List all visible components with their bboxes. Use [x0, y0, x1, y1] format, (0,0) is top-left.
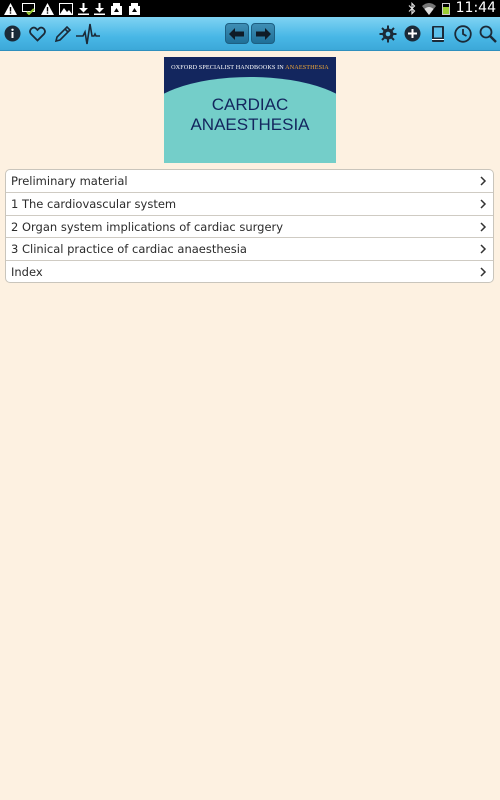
cover-title-line1: CARDIAC [211, 95, 289, 114]
forward-arrow-icon [256, 27, 271, 40]
toc-item-label: 3 Clinical practice of cardiac anaesthes… [11, 242, 247, 257]
gallery-upload-icon [129, 2, 140, 15]
download-icon [78, 2, 89, 15]
download-icon [94, 2, 105, 15]
info-button[interactable] [0, 17, 25, 50]
settings-button[interactable] [375, 17, 400, 50]
app-toolbar [0, 17, 500, 51]
toc-item-label: Preliminary material [11, 174, 128, 188]
settings-icon [379, 25, 396, 42]
add-button[interactable] [400, 17, 425, 50]
notes-button[interactable] [50, 17, 75, 50]
toc-item-label: 1 The cardiovascular system [11, 197, 177, 212]
notification-icons [4, 1, 141, 16]
cast-check-icon [22, 2, 35, 15]
forward-button[interactable] [251, 23, 275, 44]
back-arrow-icon [229, 27, 244, 40]
chevron-right-icon [480, 267, 487, 277]
toc-item-chapter-3[interactable]: 3 Clinical practice of cardiac anaesthes… [6, 237, 493, 259]
search-button[interactable] [475, 17, 500, 50]
table-of-contents: Preliminary material 1 The cardiovascula… [5, 169, 494, 283]
history-nav [225, 23, 275, 44]
search-icon [479, 25, 497, 43]
favorites-button[interactable] [25, 17, 50, 50]
chevron-right-icon [480, 176, 487, 186]
toc-item-chapter-2[interactable]: 2 Organ system implications of cardiac s… [6, 214, 493, 237]
status-bar: 11:44 [0, 0, 500, 17]
toc-item-index[interactable]: Index [6, 259, 493, 282]
chevron-right-icon [480, 199, 487, 209]
system-icons: 11:44 [408, 0, 496, 17]
toc-item-preliminary[interactable]: Preliminary material [6, 170, 493, 192]
info-icon [4, 25, 21, 42]
favorite-icon [29, 26, 46, 42]
battery-icon [441, 2, 450, 15]
cover-series-prefix: OXFORD SPECIALIST HANDBOOKS IN [171, 64, 286, 71]
chevron-right-icon [480, 222, 487, 232]
cover-series-title: OXFORD SPECIALIST HANDBOOKS IN ANAESTHES… [164, 64, 336, 71]
bluetooth-icon [408, 2, 415, 15]
clock: 11:44 [455, 0, 496, 16]
wifi-icon [421, 2, 436, 15]
chevron-right-icon [480, 244, 487, 254]
bookmarks-button[interactable] [425, 17, 450, 50]
add-icon [404, 25, 421, 42]
heartbeat-icon [75, 23, 100, 44]
warning-icon [41, 2, 54, 15]
book-cover: OXFORD SPECIALIST HANDBOOKS IN ANAESTHES… [164, 57, 336, 163]
cover-series-accent: ANAESTHESIA [285, 64, 329, 71]
edit-icon [54, 25, 71, 42]
history-icon [453, 24, 472, 43]
back-button[interactable] [225, 23, 249, 44]
gallery-upload-icon [111, 2, 122, 15]
toc-item-label: Index [11, 264, 43, 279]
cover-title-line2: ANAESTHESIA [190, 115, 310, 134]
toc-item-chapter-1[interactable]: 1 The cardiovascular system [6, 192, 493, 214]
history-button[interactable] [450, 17, 475, 50]
book-icon [431, 25, 444, 42]
warning-icon [4, 2, 17, 15]
vitals-button[interactable] [75, 17, 100, 50]
cover-title: CARDIAC ANAESTHESIA [164, 95, 336, 135]
image-icon [59, 2, 73, 15]
toc-item-label: 2 Organ system implications of cardiac s… [11, 219, 284, 234]
